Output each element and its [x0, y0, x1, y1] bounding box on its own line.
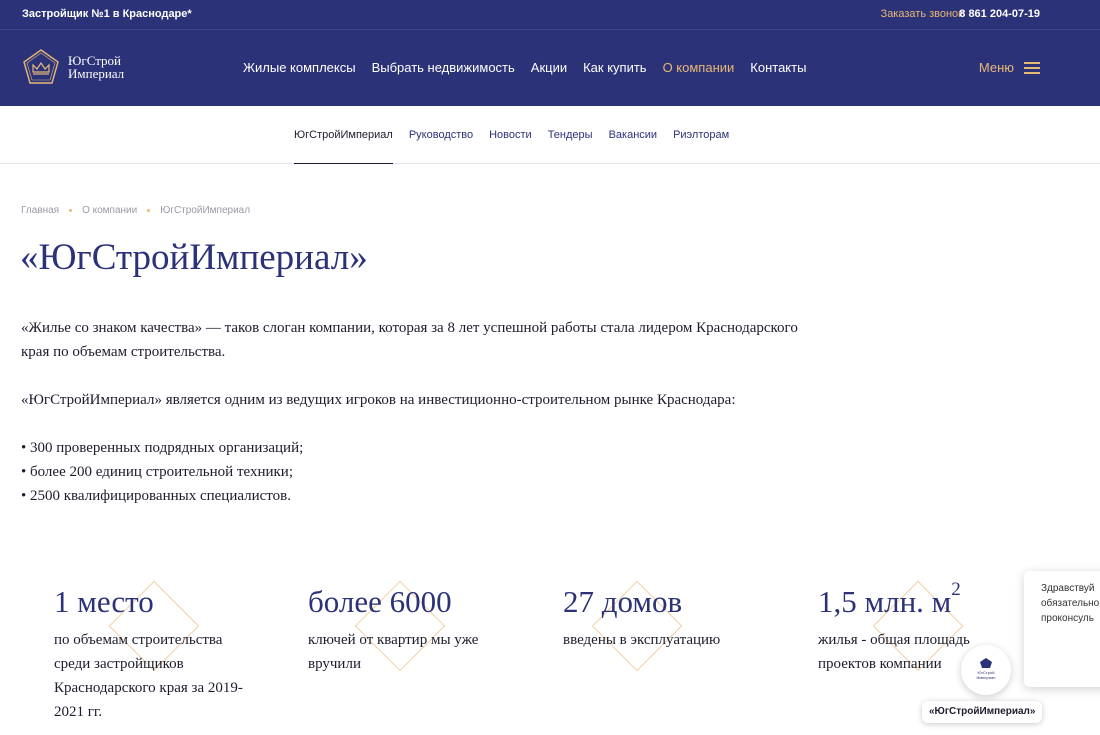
chat-line: обязательно: [1041, 598, 1100, 609]
subnav-management[interactable]: Руководство: [409, 106, 473, 164]
list-item: • более 200 единиц строительной техники;: [21, 464, 294, 480]
breadcrumb-separator: [69, 209, 73, 212]
list-item: • 2500 квалифицированных специалистов.: [21, 488, 291, 504]
chat-avatar-text: ЮгСтрой Империал: [976, 670, 996, 680]
menu-button[interactable]: Меню: [979, 60, 1040, 75]
list-item: • 300 проверенных подрядных организаций;: [21, 440, 304, 456]
page-content: «Жилье со знаком качества» — таков слога…: [21, 316, 801, 508]
subnav-realtors[interactable]: Риэлторам: [673, 106, 729, 164]
nav-contacts[interactable]: Контакты: [750, 60, 806, 75]
subnav-tenders[interactable]: Тендеры: [548, 106, 593, 164]
hamburger-icon: [1024, 62, 1040, 74]
breadcrumb-current: ЮгСтройИмпериал: [160, 205, 251, 216]
sub-nav: ЮгСтройИмпериал Руководство Новости Тенд…: [0, 106, 1100, 164]
stat-value: более 6000: [308, 584, 452, 619]
stat-value-superscript: 2: [951, 579, 961, 600]
pentagon-crown-icon: [23, 49, 59, 84]
stat-value: 1,5 млн. м2: [818, 580, 998, 624]
logo-line-2: Империал: [68, 66, 125, 81]
menu-label: Меню: [978, 60, 1014, 75]
intro-paragraph: «Жилье со знаком качества» — таков слога…: [21, 320, 798, 360]
stat-value: 27 домов: [563, 584, 683, 619]
chat-line: проконсуль: [1041, 613, 1094, 624]
facts-list: • 300 проверенных подрядных организаций;…: [21, 436, 801, 508]
subnav-news[interactable]: Новости: [489, 106, 532, 164]
tagline: Застройщик №1 в Краснодаре*: [22, 8, 192, 20]
subnav-vacancies[interactable]: Вакансии: [609, 106, 658, 164]
main-nav: Жилые комплексы Выбрать недвижимость Акц…: [243, 60, 806, 75]
page-title: «ЮгСтройИмпериал»: [20, 237, 368, 278]
nav-how-to-buy[interactable]: Как купить: [583, 60, 646, 75]
logo[interactable]: ЮгСтрой Империал: [22, 48, 142, 88]
breadcrumb-separator: [147, 209, 151, 212]
nav-choose-property[interactable]: Выбрать недвижимость: [372, 60, 515, 75]
phone-number[interactable]: 8 861 204-07-19: [959, 8, 1040, 20]
chat-popup[interactable]: Здравствуй обязательно проконсуль: [1024, 571, 1100, 687]
nav-about[interactable]: О компании: [663, 60, 735, 75]
chat-label[interactable]: «ЮгСтройИмпериал»: [922, 701, 1043, 723]
stat-rank: 1 место по объемам строительства среди з…: [54, 580, 254, 724]
top-strip: Застройщик №1 в Краснодаре* Заказать зво…: [0, 0, 1100, 30]
stat-description: по объемам строительства среди застройщи…: [54, 632, 243, 720]
main-header: ЮгСтрой Империал Жилые комплексы Выбрать…: [0, 30, 1100, 106]
chat-avatar-button[interactable]: ЮгСтрой Империал: [961, 645, 1011, 695]
logo-text: ЮгСтрой Империал: [68, 54, 124, 80]
market-paragraph: «ЮгСтройИмпериал» является одним из веду…: [21, 392, 736, 408]
breadcrumb-about[interactable]: О компании: [82, 205, 137, 216]
chat-line: Здравствуй: [1041, 583, 1095, 594]
stat-value: 1 место: [54, 584, 154, 619]
nav-residential[interactable]: Жилые комплексы: [243, 60, 356, 75]
stat-description: введены в эксплуатацию: [563, 632, 721, 648]
stat-description: ключей от квартир мы уже вручили: [308, 632, 479, 672]
callback-link[interactable]: Заказать звонок: [881, 8, 963, 20]
breadcrumb: Главная О компании ЮгСтройИмпериал: [21, 205, 250, 216]
stat-houses: 27 домов введены в эксплуатацию: [563, 580, 763, 672]
nav-promotions[interactable]: Акции: [531, 60, 567, 75]
stat-value-text: 1,5 млн. м: [818, 584, 952, 619]
breadcrumb-home[interactable]: Главная: [21, 205, 59, 216]
subnav-company[interactable]: ЮгСтройИмпериал: [294, 106, 393, 164]
stat-keys: более 6000 ключей от квартир мы уже вруч…: [308, 580, 518, 676]
